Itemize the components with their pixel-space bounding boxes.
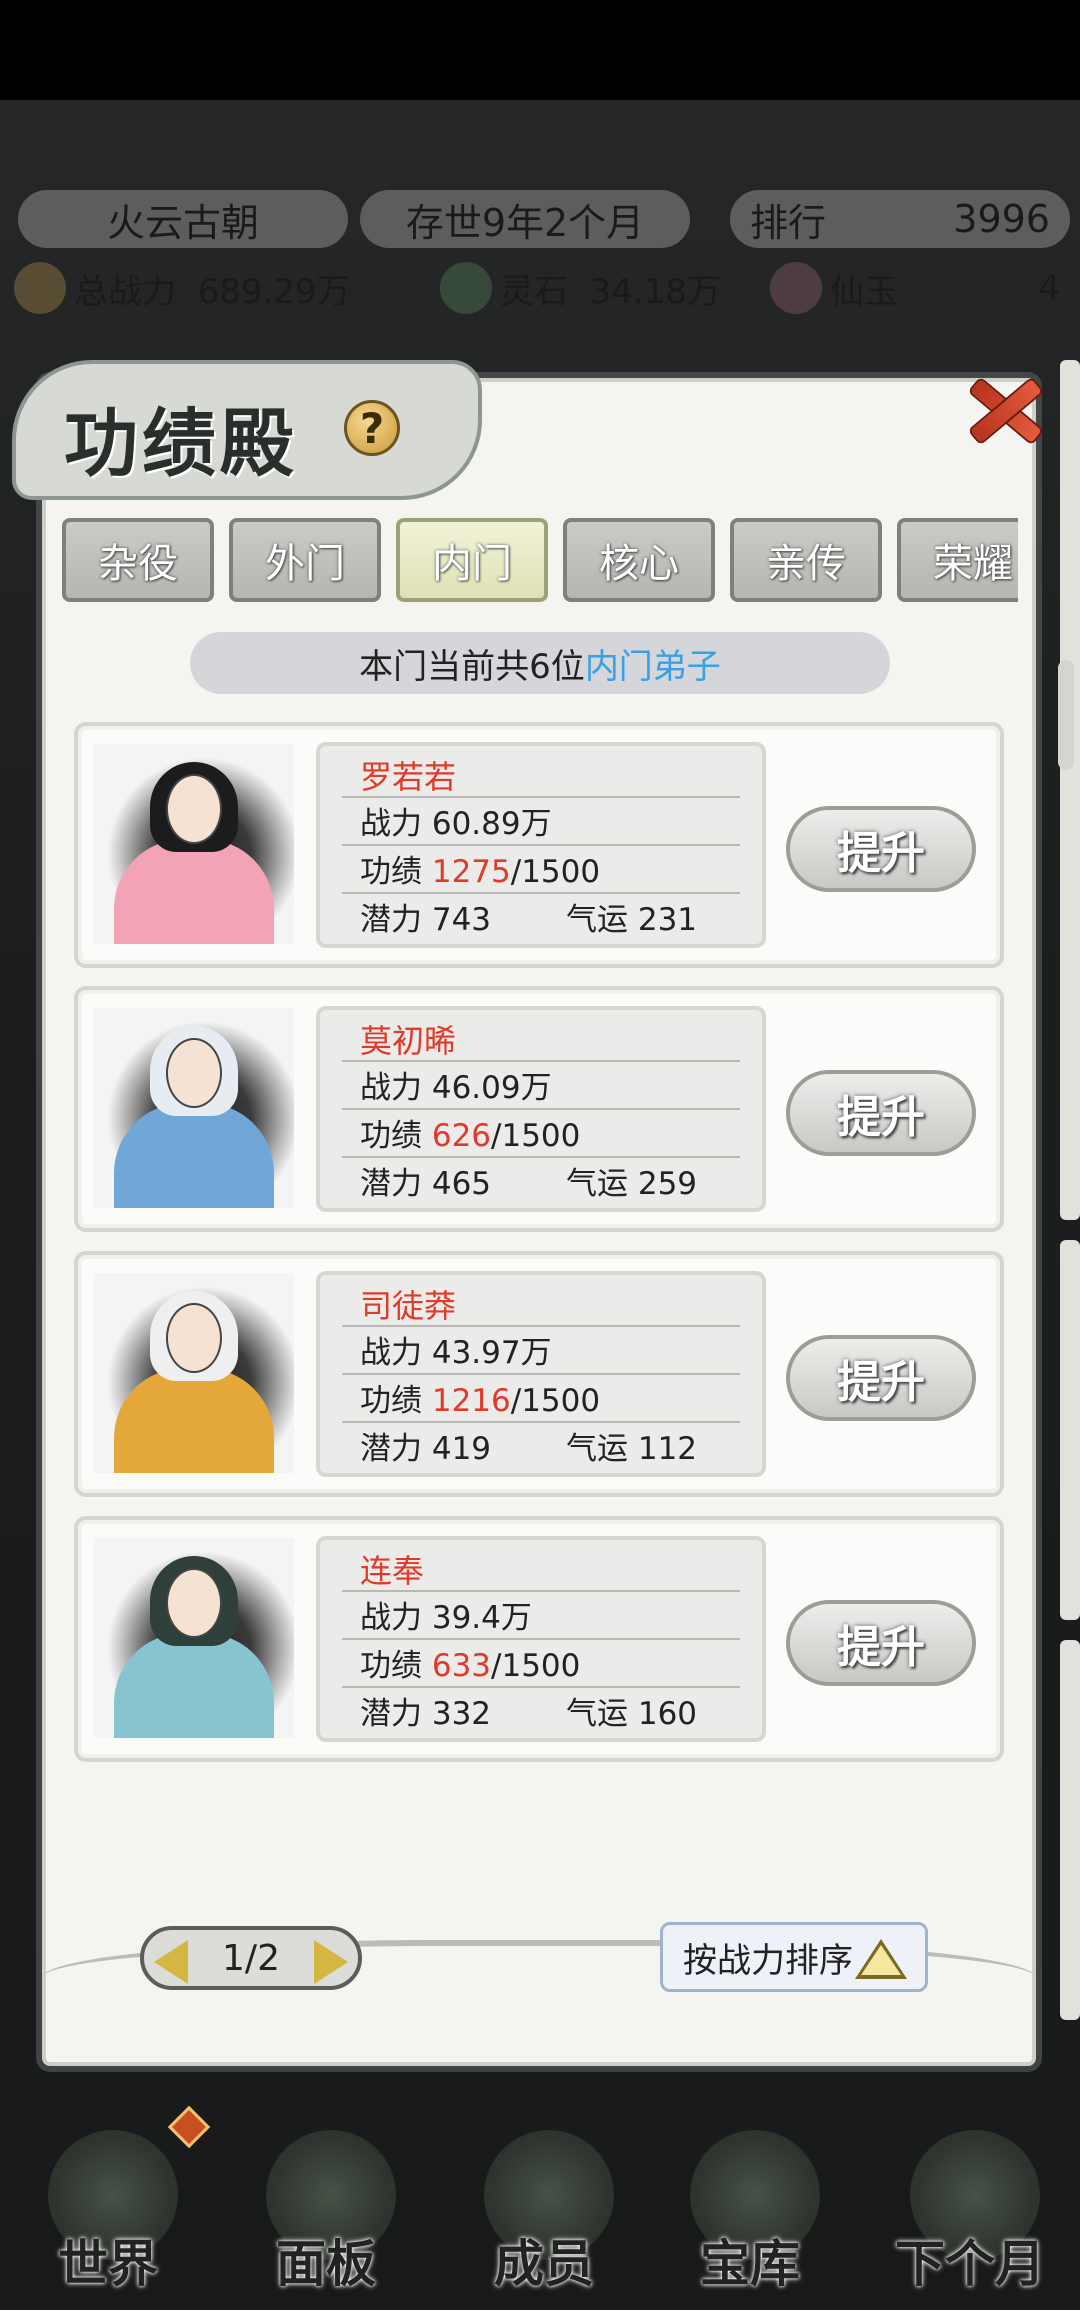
promote-button[interactable]: 提升	[786, 806, 976, 892]
member-luck: 气运 160	[566, 1696, 698, 1732]
tab-rongyao[interactable]: 荣耀	[897, 518, 1018, 602]
member-power: 战力 43.97万	[360, 1335, 552, 1371]
member-info: 连奉战力 39.4万功绩 633/1500 潜力 332 气运 160	[316, 1536, 766, 1742]
portrait-robe	[114, 839, 274, 944]
portrait-face	[166, 1303, 222, 1373]
tab-zayi[interactable]: 杂役	[62, 518, 214, 602]
member-card: 连奉战力 39.4万功绩 633/1500 潜力 332 气运 160 提升	[74, 1516, 1004, 1762]
member-count-banner: 本门当前共6位 内门弟子	[190, 632, 890, 694]
page-indicator: 1/2	[222, 1938, 280, 1979]
member-info: 罗若若战力 60.89万功绩 1275/1500 潜力 743 气运 231	[316, 742, 766, 948]
side-panel-edge	[1060, 1640, 1080, 2020]
status-bar	[0, 0, 1080, 100]
close-icon[interactable]	[960, 365, 1050, 455]
member-card: 莫初晞战力 46.09万 功绩 626/1500 潜力 465 气运 259 提升	[74, 986, 1004, 1232]
promote-button[interactable]: 提升	[786, 1600, 976, 1686]
member-power: 战力 39.4万	[360, 1600, 532, 1636]
dialog-title: 功绩殿	[64, 401, 298, 487]
side-panel-edge	[1060, 1240, 1080, 1620]
member-name: 罗若若	[360, 758, 457, 796]
member-info: 司徒莽战力 43.97万功绩 1216/1500 潜力 419 气运 112	[316, 1271, 766, 1477]
member-potential: 潜力 743	[360, 902, 492, 938]
member-name: 莫初晞	[360, 1022, 457, 1060]
member-luck: 气运 231	[566, 902, 698, 938]
tab-qinchuan[interactable]: 亲传	[730, 518, 882, 602]
bottom-nav: 世界 面板 成员 宝库 下个月	[0, 2100, 1080, 2310]
dialog-header: 功绩殿 ?	[12, 350, 1028, 500]
member-portrait	[94, 1538, 294, 1738]
notification-badge	[167, 2105, 211, 2149]
member-name: 连奉	[360, 1552, 425, 1590]
rank-tabs: 杂役 外门 内门 核心 亲传 荣耀	[62, 518, 1018, 604]
nav-members[interactable]: 成员	[444, 2100, 644, 2310]
portrait-face	[166, 1568, 222, 1638]
member-potential: 潜力 419	[360, 1431, 492, 1467]
member-luck: 气运 112	[566, 1431, 698, 1467]
nav-panel[interactable]: 面板	[226, 2100, 426, 2310]
tab-waimen[interactable]: 外门	[229, 518, 381, 602]
member-info: 莫初晞战力 46.09万 功绩 626/1500 潜力 465 气运 259	[316, 1006, 766, 1212]
tab-neimen[interactable]: 内门	[396, 518, 548, 602]
member-merit: 功绩 1275/1500	[360, 854, 601, 890]
member-card: 司徒莽战力 43.97万功绩 1216/1500 潜力 419 气运 112 提升	[74, 1251, 1004, 1497]
promote-button[interactable]: 提升	[786, 1070, 976, 1156]
side-panel-edge	[1060, 360, 1080, 1220]
next-page-icon[interactable]	[314, 1940, 348, 1984]
help-icon[interactable]: ?	[344, 400, 400, 456]
nav-treasury[interactable]: 宝库	[650, 2100, 850, 2310]
nav-next-month[interactable]: 下个月	[870, 2100, 1070, 2310]
member-card: 罗若若战力 60.89万功绩 1275/1500 潜力 743 气运 231 提升	[74, 722, 1004, 968]
member-potential: 潜力 332	[360, 1696, 492, 1732]
member-power: 战力 60.89万	[360, 806, 552, 842]
portrait-robe	[114, 1103, 274, 1208]
member-merit: 功绩 1216/1500	[360, 1383, 601, 1419]
banner-highlight: 内门弟子	[584, 646, 721, 687]
member-potential: 潜力 465	[360, 1166, 492, 1202]
scrollbar[interactable]	[1058, 660, 1074, 770]
promote-button[interactable]: 提升	[786, 1335, 976, 1421]
portrait-face	[166, 1038, 222, 1108]
portrait-face	[166, 774, 222, 844]
member-name: 司徒莽	[360, 1287, 457, 1325]
member-power: 战力 46.09万	[360, 1070, 552, 1106]
member-merit: 功绩 633/1500	[360, 1648, 581, 1684]
member-portrait	[94, 1008, 294, 1208]
pager: 1/2	[140, 1926, 362, 1990]
sort-triangle-icon	[855, 1939, 907, 1979]
member-portrait	[94, 1273, 294, 1473]
tab-hexin[interactable]: 核心	[563, 518, 715, 602]
portrait-robe	[114, 1368, 274, 1473]
portrait-robe	[114, 1633, 274, 1738]
nav-world[interactable]: 世界	[8, 2100, 211, 2310]
member-luck: 气运 259	[566, 1166, 698, 1202]
prev-page-icon[interactable]	[154, 1940, 188, 1984]
sort-button[interactable]: 按战力排序	[660, 1922, 928, 1992]
member-portrait	[94, 744, 294, 944]
member-merit: 功绩 626/1500	[360, 1118, 581, 1154]
